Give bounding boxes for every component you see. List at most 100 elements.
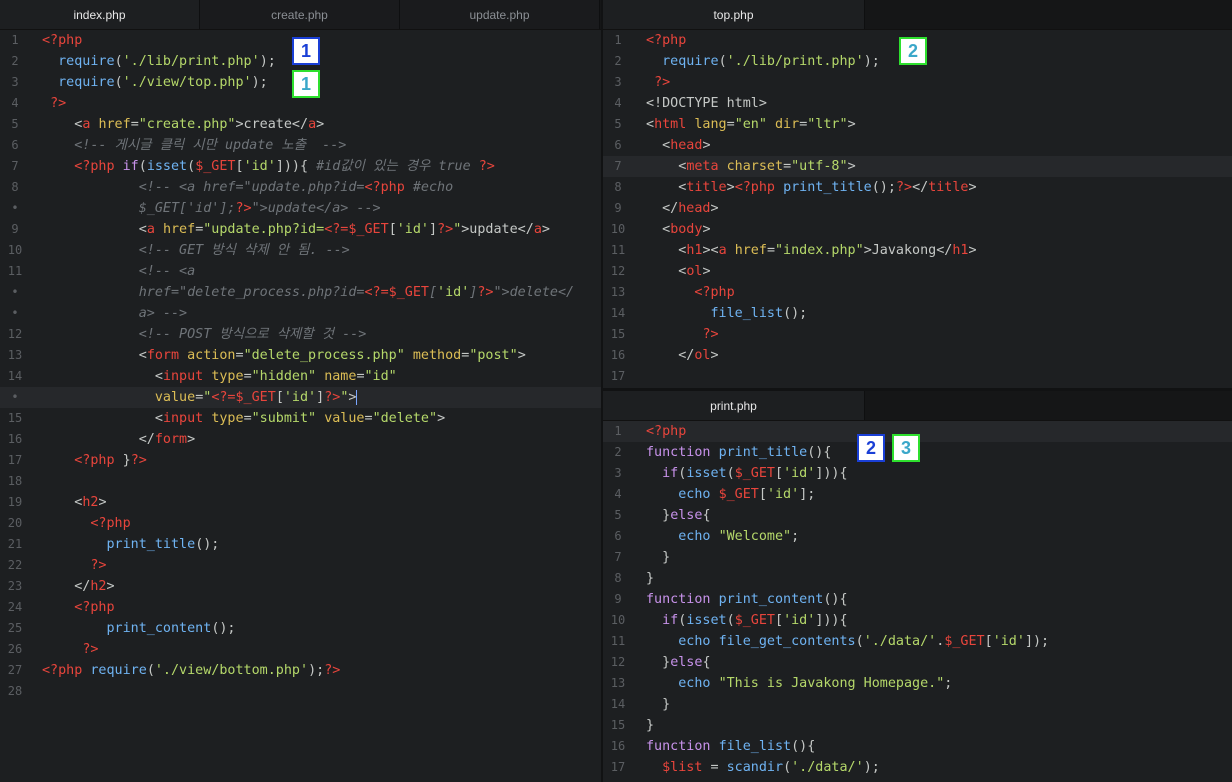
- code-token: './lib/print.php': [122, 54, 260, 69]
- code-line[interactable]: 6 <head>: [603, 135, 1232, 156]
- code-line[interactable]: 13 <form action="delete_process.php" met…: [0, 345, 601, 366]
- code-token: </: [42, 432, 155, 447]
- code-line[interactable]: 25 print_content();: [0, 618, 601, 639]
- line-number: 10: [610, 222, 626, 236]
- code-text: <!-- 게시글 클릭 시만 update 노출 -->: [42, 135, 346, 156]
- code-line[interactable]: 15 <input type="submit" value="delete">: [0, 408, 601, 429]
- code-line[interactable]: 6 <!-- 게시글 클릭 시만 update 노출 -->: [0, 135, 601, 156]
- code-editor-left[interactable]: 1 <?php 2 require('./lib/print.php'); 3 req…: [0, 30, 601, 702]
- line-number: 2: [614, 54, 622, 68]
- code-token: }: [646, 655, 671, 670]
- code-line[interactable]: 10 if(isset($_GET['id'])){: [603, 610, 1232, 631]
- code-line[interactable]: 11 <h1><a href="index.php">Javakong</h1>: [603, 240, 1232, 261]
- tab-index-php[interactable]: index.php: [0, 0, 200, 29]
- code-line[interactable]: 17 <?php }?>: [0, 450, 601, 471]
- code-token: ])){: [275, 159, 317, 174]
- code-line[interactable]: 7 <meta charset="utf-8">: [603, 156, 1232, 177]
- code-editor-bottom-right[interactable]: 1 <?php 2 function print_title(){3 if(isset…: [603, 421, 1232, 778]
- code-line[interactable]: 16 </ol>: [603, 345, 1232, 366]
- code-token: "hidden": [251, 369, 317, 384]
- line-number: 15: [7, 411, 23, 425]
- code-line[interactable]: 6 echo "Welcome";: [603, 526, 1232, 547]
- code-line[interactable]: 17: [603, 366, 1232, 387]
- code-line[interactable]: 22 ?>: [0, 555, 601, 576]
- tab-top-php[interactable]: top.php: [603, 0, 865, 29]
- code-line[interactable]: 13 echo "This is Javakong Homepage.";: [603, 673, 1232, 694]
- code-line[interactable]: 5 }else{: [603, 505, 1232, 526]
- tab-create-php[interactable]: create.php: [200, 0, 400, 29]
- code-line[interactable]: 16 </form>: [0, 429, 601, 450]
- code-line[interactable]: 12 }else{: [603, 652, 1232, 673]
- code-line[interactable]: 5 <a href="create.php">create</a>: [0, 114, 601, 135]
- code-token: print_title: [106, 537, 196, 552]
- code-line[interactable]: 12 <!-- POST 방식으로 삭제할 것 -->: [0, 324, 601, 345]
- code-line[interactable]: 11 echo file_get_contents('./data/'.$_GE…: [603, 631, 1232, 652]
- code-line[interactable]: 19 <h2>: [0, 492, 601, 513]
- code-line[interactable]: 11 <!-- <a: [0, 261, 601, 282]
- code-line[interactable]: 20 <?php: [0, 513, 601, 534]
- code-token: >: [541, 222, 550, 237]
- code-line[interactable]: 10 <!-- GET 방식 삭제 안 됨. -->: [0, 240, 601, 261]
- code-line[interactable]: 17 $list = scandir('./data/');: [603, 757, 1232, 778]
- code-token: charset: [726, 159, 784, 174]
- code-token: if: [662, 613, 679, 628]
- code-line[interactable]: 15}: [603, 715, 1232, 736]
- tab-update-php[interactable]: update.php: [400, 0, 600, 29]
- code-token: <?php: [74, 159, 115, 174]
- code-token: (: [187, 159, 196, 174]
- line-number: 7: [614, 159, 622, 173]
- code-line[interactable]: 8 <!-- <a href="update.php?id=<?php #ech…: [0, 177, 601, 198]
- code-line[interactable]: 4 echo $_GET['id'];: [603, 484, 1232, 505]
- code-line[interactable]: • $_GET['id'];?>">update</a> -->: [0, 198, 601, 219]
- code-token: isset: [686, 466, 727, 481]
- code-line[interactable]: 9 </head>: [603, 198, 1232, 219]
- line-number: 6: [614, 529, 622, 543]
- code-text: <a href="create.php">create</a>: [42, 114, 324, 135]
- code-text: <h2>: [42, 492, 106, 513]
- code-line[interactable]: 7 }: [603, 547, 1232, 568]
- code-line[interactable]: 7 <?php if(isset($_GET['id'])){ #id값이 있는…: [0, 156, 601, 177]
- code-token: <!DOCTYPE html>: [646, 96, 767, 111]
- code-line[interactable]: 9 <a href="update.php?id=<?=$_GET['id']?…: [0, 219, 601, 240]
- code-line[interactable]: 13 <?php: [603, 282, 1232, 303]
- code-token: <?php: [74, 453, 115, 468]
- code-line[interactable]: 28: [0, 681, 601, 702]
- code-line[interactable]: 24 <?php: [0, 597, 601, 618]
- code-text: <title><?php print_title();?></title>: [646, 177, 976, 198]
- code-token: <: [646, 222, 671, 237]
- code-text: }: [646, 694, 670, 715]
- code-line[interactable]: 18: [0, 471, 601, 492]
- code-token: ();: [783, 306, 808, 321]
- code-line[interactable]: 3 ?>: [603, 72, 1232, 93]
- code-line[interactable]: 14 file_list();: [603, 303, 1232, 324]
- line-number: 12: [610, 264, 626, 278]
- code-line[interactable]: 10 <body>: [603, 219, 1232, 240]
- code-line[interactable]: 15 ?>: [603, 324, 1232, 345]
- code-token: [: [428, 285, 438, 300]
- code-line[interactable]: 14 <input type="hidden" name="id": [0, 366, 601, 387]
- code-line[interactable]: • value="<?=$_GET['id']?>">: [0, 387, 601, 408]
- code-line[interactable]: 5 <html lang="en" dir="ltr">: [603, 114, 1232, 135]
- code-line[interactable]: 23 </h2>: [0, 576, 601, 597]
- code-line[interactable]: 27 <?php require('./view/bottom.php');?>: [0, 660, 601, 681]
- code-line[interactable]: 26 ?>: [0, 639, 601, 660]
- code-editor-top-right[interactable]: 1 <?php 2 require('./lib/print.php'); 3 ?> 4…: [603, 30, 1232, 387]
- code-token: "ltr": [807, 117, 848, 132]
- code-line[interactable]: 14 }: [603, 694, 1232, 715]
- code-line[interactable]: 16 function file_list(){: [603, 736, 1232, 757]
- code-line[interactable]: 8 <title><?php print_title();?></title>: [603, 177, 1232, 198]
- code-line[interactable]: 8}: [603, 568, 1232, 589]
- code-line[interactable]: • a> -->: [0, 303, 601, 324]
- code-line[interactable]: 21 print_title();: [0, 534, 601, 555]
- code-line[interactable]: 4 <!DOCTYPE html>: [603, 93, 1232, 114]
- code-token: ?>: [477, 285, 494, 300]
- tab-print-php[interactable]: print.php: [603, 391, 865, 420]
- code-line[interactable]: 3 if(isset($_GET['id'])){: [603, 463, 1232, 484]
- code-line[interactable]: 9 function print_content(){: [603, 589, 1232, 610]
- code-token: $_GET: [195, 159, 236, 174]
- code-line[interactable]: • href="delete_process.php?id=<?=$_GET['…: [0, 282, 601, 303]
- code-line[interactable]: 12 <ol>: [603, 261, 1232, 282]
